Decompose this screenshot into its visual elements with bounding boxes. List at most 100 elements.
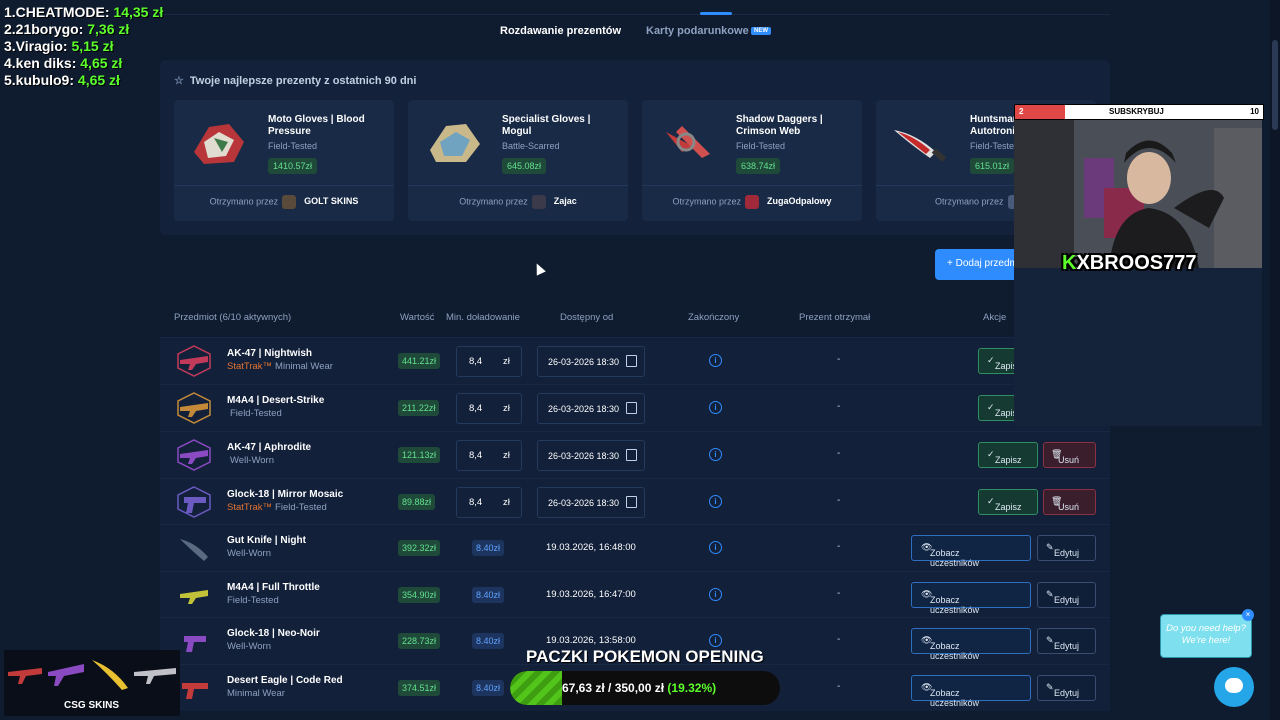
calendar-icon[interactable] <box>626 355 637 367</box>
item-value: 228.73zł <box>398 633 441 649</box>
edit-text: Edytuj <box>1054 688 1080 698</box>
col-actions: Akcje <box>983 312 1007 323</box>
gift-divider <box>408 185 628 186</box>
stattrak-label: StatTrak™ <box>227 361 273 372</box>
gift-card[interactable]: Specialist Gloves | Mogul Battle-Scarred… <box>408 100 628 221</box>
pistol-icon <box>182 683 208 699</box>
delete-text: Usuń <box>1058 502 1080 512</box>
tab-gift-cards[interactable]: Karty podarunkowe <box>646 25 749 37</box>
calendar-icon[interactable] <box>626 496 637 508</box>
item-condition: Well-Worn <box>227 455 274 466</box>
see-participants-button[interactable]: 👁 Zobacz uczestników <box>911 628 1031 661</box>
see-participants-button[interactable]: 👁 Zobacz uczestników <box>911 675 1031 708</box>
col-item: Przedmiot (6/10 aktywnych) <box>174 312 292 323</box>
info-icon[interactable]: i <box>709 401 722 414</box>
help-bubble[interactable]: Do you need help? We're here! <box>1160 614 1252 658</box>
condition-text: Field-Tested <box>227 595 279 606</box>
edit-button[interactable]: ✎ Edytuj <box>1037 535 1096 561</box>
item-name: M4A4 | Full Throttle <box>227 582 320 593</box>
streamer-k: K <box>1062 252 1077 274</box>
scrollbar-thumb[interactable] <box>1272 40 1278 130</box>
info-icon[interactable]: i <box>709 354 722 367</box>
close-icon[interactable]: × <box>1242 609 1254 621</box>
item-name: AK-47 | Aphrodite <box>227 442 312 453</box>
donor-name: 5.kubulo9: <box>4 72 75 88</box>
table-row: Gut Knife | Night Well-Worn 392.32zł 8.4… <box>160 524 1110 571</box>
gift-card[interactable]: Moto Gloves | Blood Pressure Field-Teste… <box>174 100 394 221</box>
date-value: 26-03-2026 18:30 <box>548 451 620 461</box>
calendar-icon[interactable] <box>626 402 637 414</box>
scrollbar[interactable] <box>1270 0 1280 720</box>
info-icon[interactable]: i <box>709 541 722 554</box>
edit-button[interactable]: ✎ Edytuj <box>1037 582 1096 608</box>
donor-amount: 4,65 zł <box>80 55 123 71</box>
calendar-icon[interactable] <box>626 449 637 461</box>
webcam-video <box>1014 118 1262 268</box>
min-deposit-input[interactable]: 8,4 zł <box>456 487 522 518</box>
see-text: Zobacz uczestników <box>930 641 980 661</box>
item-value: 354.90zł <box>398 587 441 603</box>
received-value: - <box>837 448 841 459</box>
min-value: 8,4 <box>469 403 483 414</box>
donor-name: 2.21borygo: <box>4 21 84 37</box>
chat-icon[interactable] <box>1214 667 1254 707</box>
received-value: - <box>837 354 841 365</box>
save-button[interactable]: ✓ Zapisz <box>978 442 1038 468</box>
received-value: - <box>837 681 841 692</box>
see-participants-button[interactable]: 👁 Zobacz uczestników <box>911 535 1031 568</box>
donor-name: 1.CHEATMODE: <box>4 4 110 20</box>
goal-percent: (19.32%) <box>667 681 717 695</box>
donation-goal-text: 67,63 zł / 350,00 zł (19.32%) <box>562 681 716 695</box>
best-gifts-title: ☆ Twoje najlepsze prezenty z ostatnich 90… <box>174 74 416 87</box>
date-input[interactable]: 26-03-2026 18:30 <box>537 487 645 518</box>
received-label: Otrzymano przez <box>209 196 279 207</box>
sub-goal: 10 <box>1250 107 1259 116</box>
gift-name: Moto Gloves | Blood Pressure <box>268 114 365 137</box>
save-label: ✓ Zapisz <box>987 355 1022 371</box>
save-text: Zapisz <box>995 455 1022 465</box>
weapon-shape <box>184 636 206 652</box>
available-date: 19.03.2026, 13:58:00 <box>546 635 636 646</box>
gift-card[interactable]: Shadow Daggers | Crimson Web Field-Teste… <box>642 100 862 221</box>
edit-text: Edytuj <box>1054 548 1080 558</box>
leaderboard-entry: 4.ken diks: 4,65 zł <box>4 55 163 72</box>
see-participants-button[interactable]: 👁 Zobacz uczestników <box>911 582 1031 615</box>
chat-bubble-icon <box>1225 678 1243 693</box>
star-icon: ☆ <box>174 75 184 87</box>
info-icon[interactable]: i <box>709 634 722 647</box>
min-deposit-input[interactable]: 8,4 zł <box>456 346 522 377</box>
donor-name: 3.Viragio: <box>4 38 68 54</box>
save-text: Zapisz <box>995 502 1022 512</box>
item-value: 89.88zł <box>398 494 436 510</box>
min-value: 8,4 <box>469 497 483 508</box>
condition-text: Well-Worn <box>227 548 271 559</box>
table-row: M4A4 | Desert-Strike Field-Tested 211.22… <box>160 384 1110 431</box>
edit-label: ✎ Edytuj <box>1046 682 1080 698</box>
date-input[interactable]: 26-03-2026 18:30 <box>537 440 645 471</box>
gloves-icon <box>430 124 480 162</box>
received-label: Otrzymano przez <box>934 196 1004 207</box>
item-condition: Field-Tested <box>227 595 279 606</box>
info-icon[interactable]: i <box>709 495 722 508</box>
gift-receiver: Otrzymano przez ZugaOdpalowy <box>642 195 862 209</box>
info-icon[interactable]: i <box>709 588 722 601</box>
delete-label: 🗑 Usuń <box>1051 496 1080 512</box>
tab-gift-giving[interactable]: Rozdawanie prezentów <box>500 25 621 37</box>
received-value: - <box>837 495 841 506</box>
received-label: Otrzymano przez <box>459 196 528 207</box>
min-deposit-input[interactable]: 8,4 zł <box>456 440 522 471</box>
item-name: Gut Knife | Night <box>227 535 306 546</box>
date-input[interactable]: 26-03-2026 18:30 <box>537 393 645 424</box>
date-input[interactable]: 26-03-2026 18:30 <box>537 346 645 377</box>
edit-button[interactable]: ✎ Edytuj <box>1037 675 1096 701</box>
save-button[interactable]: ✓ Zapisz <box>978 489 1038 515</box>
min-unit: zł <box>503 356 510 367</box>
delete-button[interactable]: 🗑 Usuń <box>1043 489 1096 515</box>
gift-divider <box>642 185 862 186</box>
weapon-shape <box>184 497 206 513</box>
condition-text: Well-Worn <box>230 455 274 466</box>
min-deposit-input[interactable]: 8,4 zł <box>456 393 522 424</box>
edit-button[interactable]: ✎ Edytuj <box>1037 628 1096 654</box>
info-icon[interactable]: i <box>709 448 722 461</box>
delete-button[interactable]: 🗑 Usuń <box>1043 442 1096 468</box>
